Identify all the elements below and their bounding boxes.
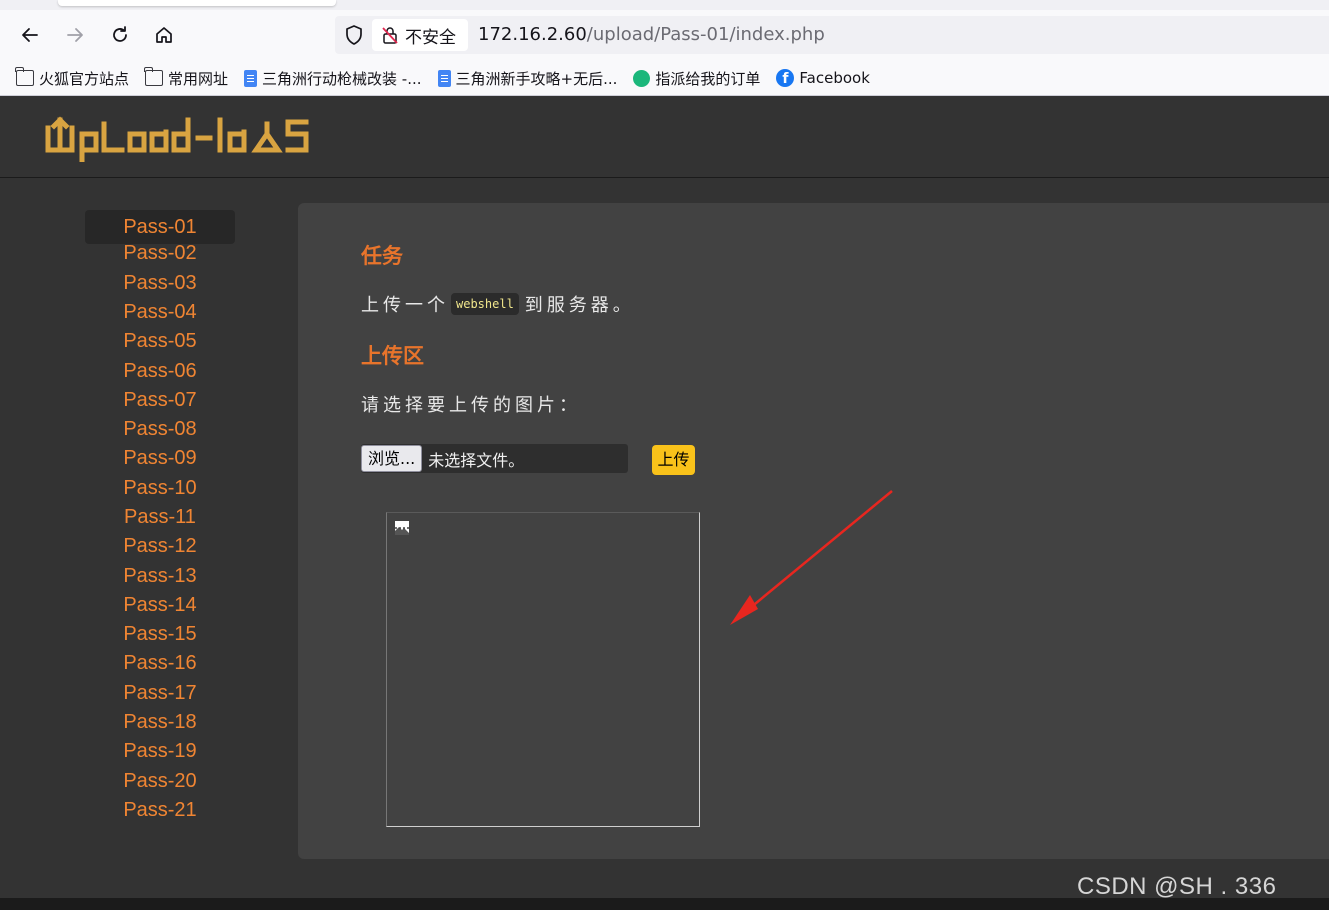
sidebar-item-pass-05[interactable]: Pass-05: [85, 327, 235, 356]
task-description: 上传一个 webshell 到服务器。: [361, 291, 635, 317]
pass-sidebar: Pass-01 Pass-02 Pass-03 Pass-04 Pass-05 …: [85, 210, 235, 825]
broken-lock-icon: [382, 27, 398, 44]
sidebar-item-pass-03[interactable]: Pass-03: [85, 269, 235, 298]
webshell-code: webshell: [451, 293, 519, 315]
bookmark-item[interactable]: f Facebook: [776, 69, 870, 87]
red-annotation-arrow: [730, 490, 893, 625]
bookmark-item[interactable]: 三角洲新手攻略+无后...: [437, 68, 618, 89]
task-suffix: 到服务器。: [524, 295, 635, 316]
bookmark-label: 常用网址: [168, 69, 229, 88]
home-button[interactable]: [149, 20, 179, 50]
folder-icon: [15, 67, 34, 86]
broken-image-icon: [395, 521, 409, 535]
url-text[interactable]: 172.16.2.60/upload/Pass-01/index.php: [478, 24, 825, 45]
sidebar-item-pass-19[interactable]: Pass-19: [85, 737, 235, 766]
bookmark-label: 指派给我的订单: [655, 69, 761, 88]
sidebar-item-pass-12[interactable]: Pass-12: [85, 532, 235, 561]
doc-icon: [437, 69, 451, 87]
bookmark-item[interactable]: 指派给我的订单: [633, 68, 760, 89]
forward-button[interactable]: [60, 20, 90, 50]
file-input[interactable]: 浏览... 未选择文件。: [361, 444, 628, 473]
active-tab[interactable]: [58, 0, 336, 6]
bookmark-label: 火狐官方站点: [39, 69, 130, 88]
bookmark-label: Facebook: [799, 69, 870, 87]
select-prompt: 请选择要上传的图片：: [361, 395, 581, 416]
csdn-watermark: CSDN @SH . 336: [1077, 873, 1277, 900]
no-file-label: 未选择文件。: [428, 450, 525, 470]
doc-icon: [244, 69, 258, 87]
insecure-indicator[interactable]: 不安全: [372, 19, 468, 51]
sidebar-item-pass-13[interactable]: Pass-13: [85, 562, 235, 591]
sidebar-item-pass-07[interactable]: Pass-07: [85, 386, 235, 415]
sidebar-item-pass-10[interactable]: Pass-10: [85, 474, 235, 503]
upload-labs-logo: [45, 116, 309, 162]
bookmark-item[interactable]: 常用网址: [144, 67, 229, 89]
sidebar-item-pass-08[interactable]: Pass-08: [85, 415, 235, 444]
green-bolt-icon: [633, 69, 651, 87]
bottom-bar: [0, 898, 1329, 910]
bookmark-label: 三角洲行动枪械改装 -...: [262, 69, 422, 88]
sidebar-item-pass-15[interactable]: Pass-15: [85, 620, 235, 649]
reload-button[interactable]: [105, 20, 135, 50]
arrow-right-icon: [67, 28, 83, 42]
sidebar-item-pass-18[interactable]: Pass-18: [85, 708, 235, 737]
bookmark-item[interactable]: 三角洲行动枪械改装 -...: [244, 68, 422, 89]
facebook-icon: f: [776, 69, 795, 87]
browse-button[interactable]: 浏览...: [361, 445, 423, 472]
reload-icon: [113, 26, 127, 42]
folder-icon: [144, 67, 164, 86]
sidebar-item-pass-14[interactable]: Pass-14: [85, 591, 235, 620]
sidebar-item-pass-02[interactable]: Pass-02: [85, 239, 235, 268]
image-preview: [386, 512, 700, 827]
bookmarks-toolbar: 火狐官方站点 常用网址 三角洲行动枪械改装 -... 三角洲新手攻略+无后...…: [0, 64, 870, 92]
task-heading: 任务: [361, 244, 403, 268]
url-path: /upload/Pass-01/index.php: [586, 24, 825, 45]
sidebar-item-pass-21[interactable]: Pass-21: [85, 796, 235, 825]
home-icon: [156, 27, 172, 43]
arrow-left-icon: [22, 28, 38, 42]
sidebar-item-pass-06[interactable]: Pass-06: [85, 357, 235, 386]
sidebar-item-pass-17[interactable]: Pass-17: [85, 679, 235, 708]
task-prefix: 上传一个: [361, 295, 449, 316]
back-button[interactable]: [15, 20, 45, 50]
bookmark-item[interactable]: 火狐官方站点: [15, 67, 130, 89]
upload-heading: 上传区: [361, 344, 424, 368]
sidebar-item-pass-09[interactable]: Pass-09: [85, 444, 235, 473]
sidebar-item-pass-04[interactable]: Pass-04: [85, 298, 235, 327]
tracking-shield-icon[interactable]: [342, 23, 366, 47]
bookmark-label: 三角洲新手攻略+无后...: [455, 69, 618, 88]
sidebar-item-pass-20[interactable]: Pass-20: [85, 767, 235, 796]
sidebar-item-pass-16[interactable]: Pass-16: [85, 649, 235, 678]
insecure-label: 不安全: [405, 27, 456, 48]
upload-button[interactable]: 上传: [652, 445, 695, 475]
sidebar-item-pass-11[interactable]: Pass-11: [85, 503, 235, 532]
url-host: 172.16.2.60: [478, 24, 587, 45]
